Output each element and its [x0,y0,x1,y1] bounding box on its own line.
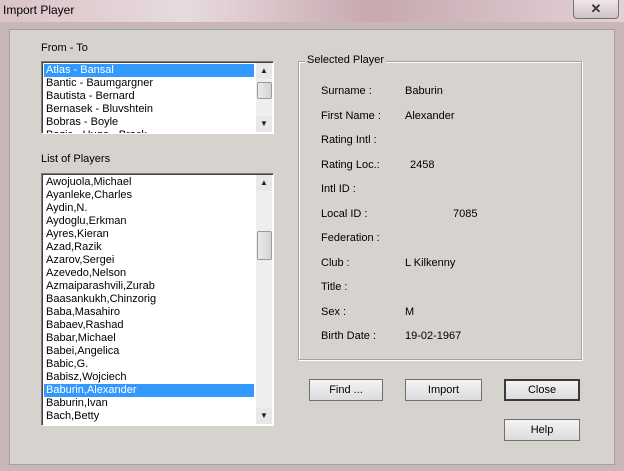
field-label: Sex : [321,305,347,318]
list-item[interactable]: Baba,Masahiro [44,306,254,319]
from-to-scrollbar[interactable]: ▲ ▼ [256,63,272,132]
field-value: M [405,305,415,318]
field-label: Surname : [321,85,372,97]
list-item[interactable]: Bernasek - Bluvshtein [44,103,254,116]
field-label: Title : [321,281,348,293]
field-value: Baburin [405,85,443,97]
list-item[interactable]: Babisz,Wojciech [44,371,254,384]
players-listbox[interactable]: Awojuola,Michael Ayanleke,Charles Aydin,N.… [41,173,274,426]
list-item[interactable]: Baburin,Ivan [44,397,254,410]
scroll-down-icon[interactable]: ▼ [256,116,272,132]
list-item[interactable]: Azarov,Sergei [44,254,254,267]
help-button[interactable]: Help [504,419,580,441]
field-label: First Name : [321,109,381,122]
list-item[interactable]: Babic,G. [44,358,254,371]
close-button[interactable]: Close [504,379,580,401]
from-to-listbox[interactable]: Atlas - Bansal Bantic - Baumgargner Bautis… [41,61,274,134]
scroll-thumb[interactable] [257,82,272,99]
field-label: Intl ID : [321,183,356,195]
field-value: Alexander [405,109,455,122]
list-item[interactable]: Bautista - Bernard [44,90,254,103]
field-label: Club : [321,256,350,269]
list-item[interactable]: Babar,Michael [44,332,254,345]
players-scrollbar[interactable]: ▲ ▼ [256,175,272,424]
field-label: Rating Loc.: [321,158,380,171]
selected-player-legend: Selected Player [305,54,387,66]
list-item[interactable]: Ayanleke,Charles [44,189,254,202]
scroll-up-icon[interactable]: ▲ [256,63,272,79]
list-item[interactable]: Atlas - Bansal [44,64,254,77]
scroll-down-icon[interactable]: ▼ [256,408,272,424]
import-button[interactable]: Import [405,379,482,401]
field-value: L Kilkenny [405,256,456,269]
players-items: Awojuola,Michael Ayanleke,Charles Aydin,N.… [44,176,254,423]
field-label: Federation : [321,232,380,244]
list-item[interactable]: Babaev,Rashad [44,319,254,332]
list-item[interactable]: Bobras - Boyle [44,116,254,129]
field-value: 7085 [453,207,478,220]
field-label: Rating Intl : [321,134,377,146]
list-item[interactable]: Bach,Betty [44,410,254,423]
list-item[interactable]: Azad,Razik [44,241,254,254]
field-value: 2458 [410,158,435,171]
scroll-thumb[interactable] [257,231,272,260]
list-item[interactable]: Awojuola,Michael [44,176,254,189]
scroll-up-icon[interactable]: ▲ [256,175,272,191]
list-item[interactable]: Aydin,N. [44,202,254,215]
from-to-items: Atlas - Bansal Bantic - Baumgargner Bautis… [44,64,254,133]
field-label: Birth Date : [321,330,377,342]
field-label: Local ID : [321,207,368,220]
list-item[interactable]: Azmaiparashvili,Zurab [44,280,254,293]
field-value: 19-02-1967 [405,330,462,342]
list-item[interactable]: Bozic - Hugo - Brock [44,129,254,133]
list-item[interactable]: Azevedo,Nelson [44,267,254,280]
title-bar: Import Player ✕ [0,0,624,22]
find-button[interactable]: Find ... [309,379,383,401]
from-to-label: From - To [41,42,88,54]
list-item[interactable]: Aydoglu,Erkman [44,215,254,228]
players-label: List of Players [41,153,111,165]
list-item[interactable]: Baburin,Alexander [44,384,254,397]
list-item[interactable]: Ayres,Kieran [44,228,254,241]
list-item[interactable]: Babei,Angelica [44,345,254,358]
window-title: Import Player [3,3,75,17]
window-close-icon[interactable]: ✕ [573,0,619,19]
list-item[interactable]: Bantic - Baumgargner [44,77,254,90]
list-item[interactable]: Baasankukh,Chinzorig [44,293,254,306]
